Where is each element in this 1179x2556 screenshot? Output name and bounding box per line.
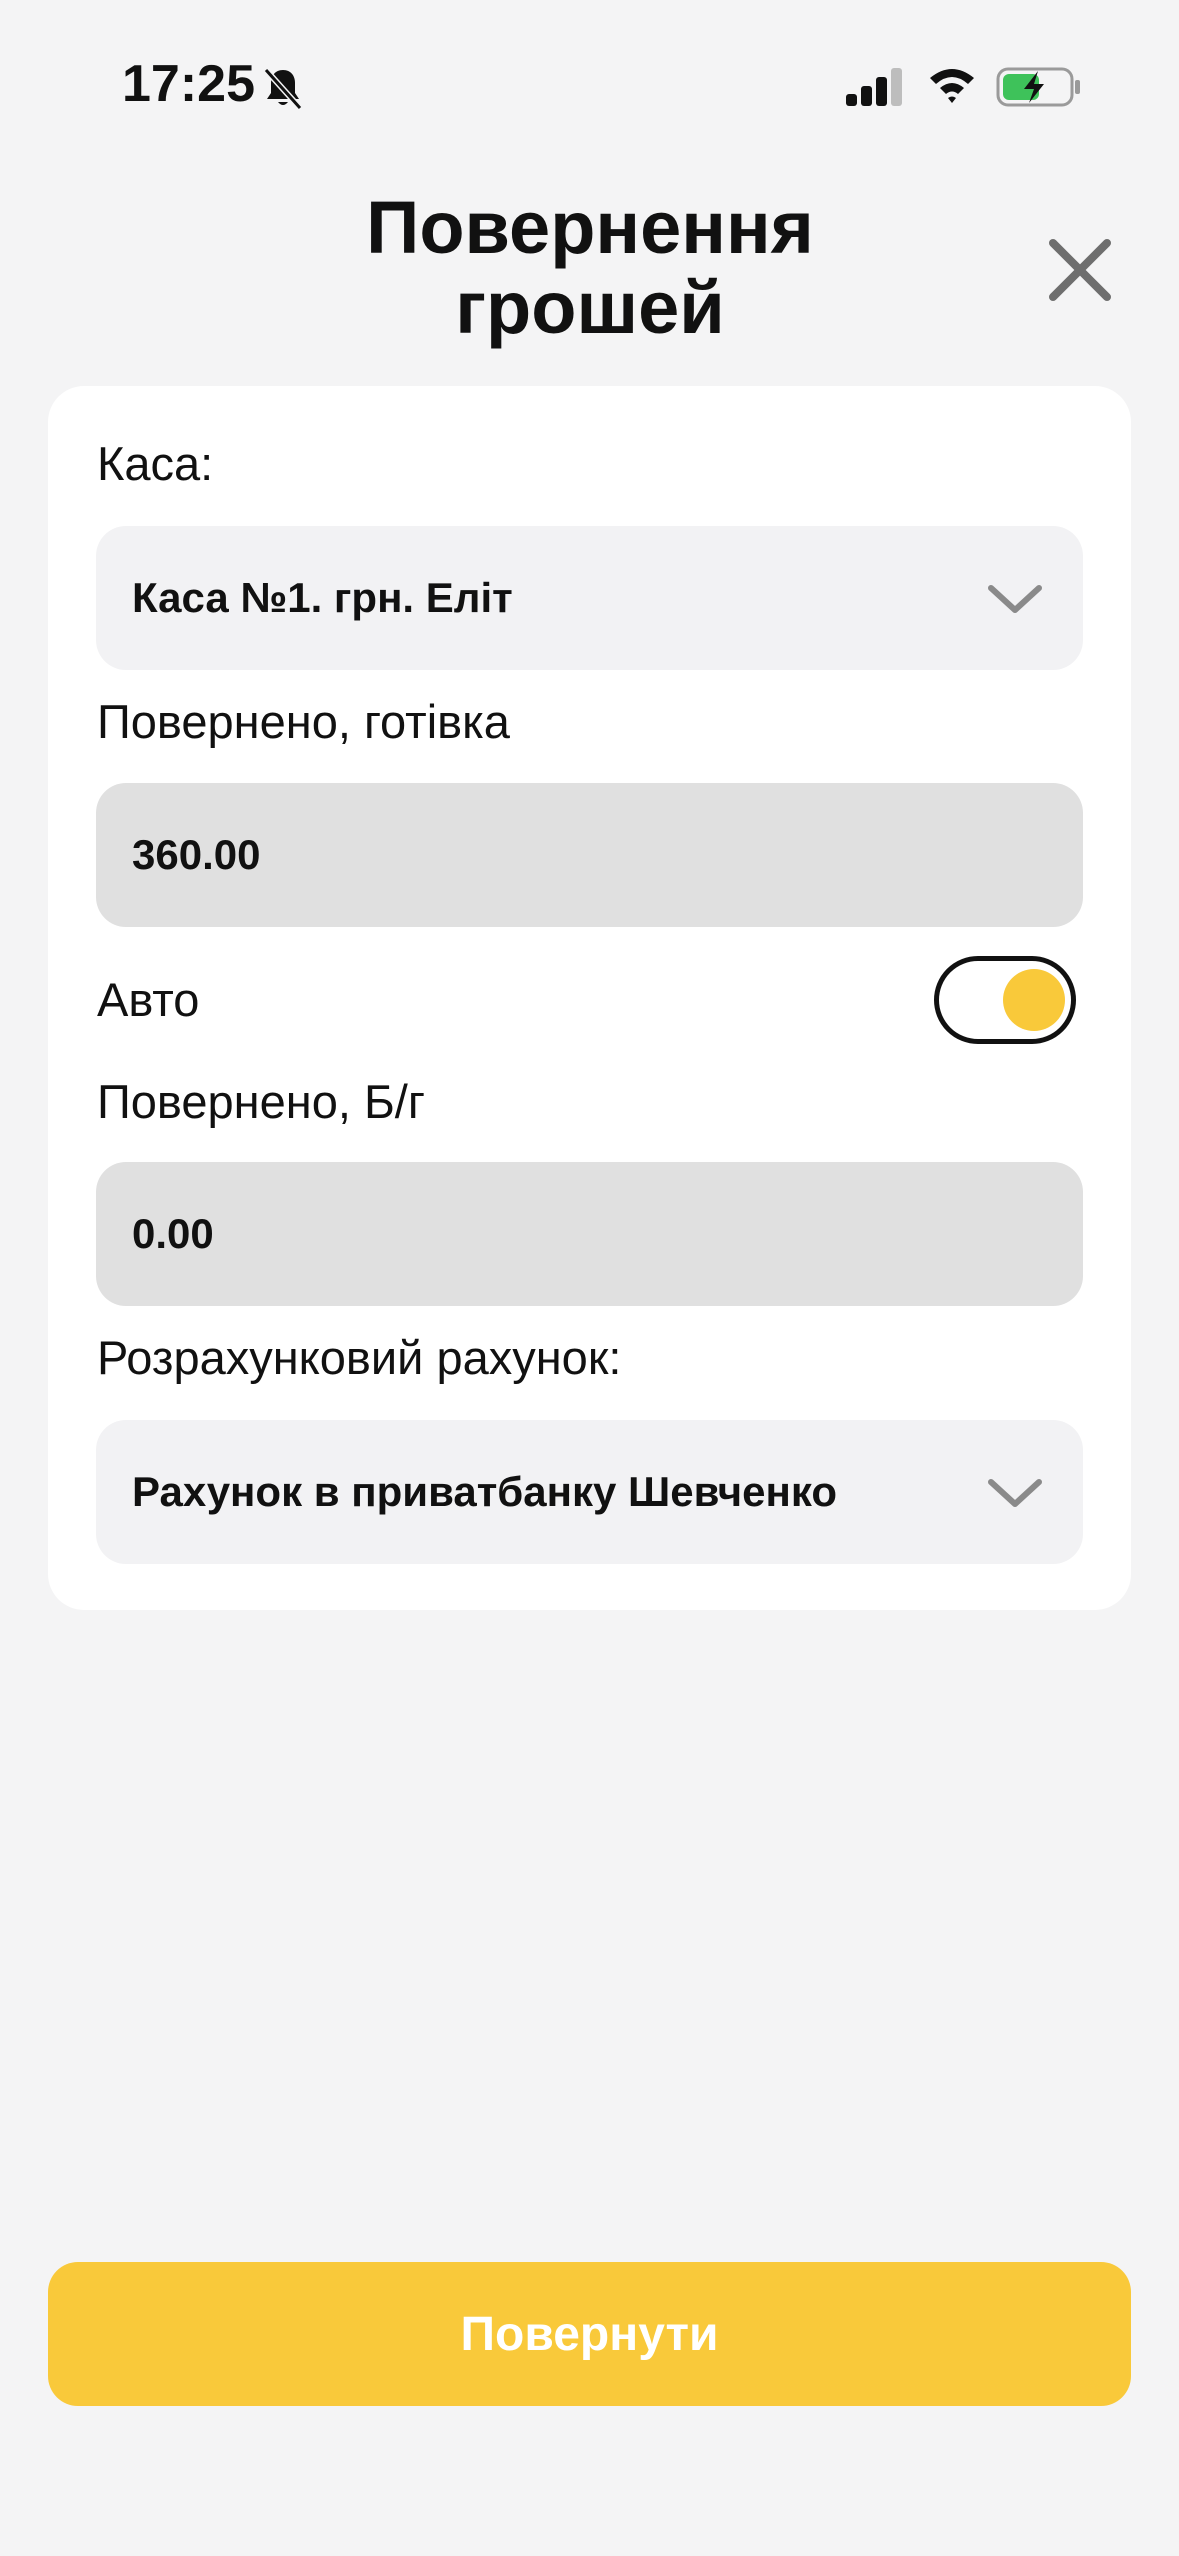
auto-toggle[interactable] <box>934 956 1076 1044</box>
account-label: Розрахунковий рахунок: <box>97 1331 622 1384</box>
status-bar: 17:25 <box>0 0 1179 150</box>
noncash-amount-input[interactable]: 0.00 <box>96 1162 1083 1306</box>
account-select-value: Рахунок в приватбанку Шевченко <box>132 1468 838 1515</box>
close-button[interactable] <box>1040 230 1120 310</box>
cash-label: Повернено, готівка <box>97 695 510 748</box>
battery-charging-icon <box>996 67 1080 107</box>
page-title: Повернення грошей <box>200 188 980 348</box>
page-title-line1: Повернення <box>366 186 814 269</box>
cash-amount-input[interactable]: 360.00 <box>96 783 1083 927</box>
kasa-label: Каса: <box>97 437 214 490</box>
noncash-amount-value: 0.00 <box>132 1210 214 1257</box>
refund-screen: 17:25 Повернення грошей Каса: Каса №1. г… <box>0 0 1179 2556</box>
kasa-select[interactable]: Каса №1. грн. Еліт <box>96 526 1083 670</box>
toggle-knob <box>1003 969 1065 1031</box>
refund-form-card: Каса: Каса №1. грн. Еліт Повернено, готі… <box>48 386 1131 1610</box>
chevron-down-icon <box>988 585 1042 613</box>
kasa-select-value: Каса №1. грн. Еліт <box>132 574 513 621</box>
cellular-signal-icon <box>846 68 902 106</box>
account-select[interactable]: Рахунок в приватбанку Шевченко <box>96 1420 1083 1564</box>
chevron-down-icon <box>988 1479 1042 1507</box>
close-icon <box>1049 239 1111 301</box>
wifi-icon <box>930 69 974 103</box>
auto-label: Авто <box>97 973 200 1026</box>
page-title-line2: грошей <box>455 266 725 349</box>
bell-muted-icon <box>263 67 303 110</box>
refund-submit-button[interactable]: Повернути <box>48 2262 1131 2406</box>
noncash-label: Повернено, Б/г <box>97 1075 425 1128</box>
cash-amount-value: 360.00 <box>132 831 261 878</box>
status-time: 17:25 <box>122 55 255 113</box>
